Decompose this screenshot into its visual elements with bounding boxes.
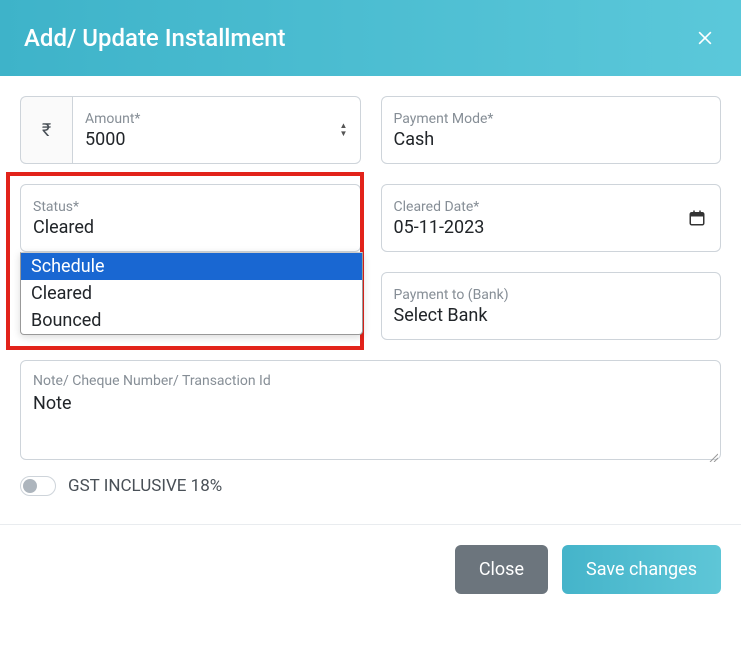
note-value: Note bbox=[33, 393, 708, 414]
status-label: Status* bbox=[33, 199, 348, 215]
status-field[interactable]: Status* Cleared bbox=[20, 184, 361, 252]
gst-toggle[interactable] bbox=[20, 476, 56, 496]
status-option-cleared[interactable]: Cleared bbox=[21, 280, 362, 307]
status-value: Cleared bbox=[33, 217, 348, 238]
cleared-date-field[interactable]: Cleared Date* 05-11-2023 bbox=[381, 184, 722, 252]
gst-label: GST INCLUSIVE 18% bbox=[68, 476, 222, 496]
status-option-bounced[interactable]: Bounced bbox=[21, 307, 362, 334]
payment-to-value: Select Bank bbox=[394, 305, 709, 326]
note-label: Note/ Cheque Number/ Transaction Id bbox=[33, 373, 708, 389]
cleared-date-label: Cleared Date* bbox=[394, 199, 709, 215]
rupee-icon: ₹ bbox=[20, 96, 72, 164]
amount-label: Amount* bbox=[85, 111, 348, 127]
status-option-schedule[interactable]: Schedule bbox=[21, 253, 362, 280]
payment-mode-field[interactable]: Payment Mode* Cash bbox=[381, 96, 722, 164]
cleared-date-value: 05-11-2023 bbox=[394, 217, 709, 238]
amount-field-group: ₹ Amount* 5000 ▲ ▼ bbox=[20, 96, 361, 164]
spinner-down[interactable]: ▼ bbox=[338, 130, 350, 138]
payment-mode-label: Payment Mode* bbox=[394, 111, 709, 127]
payment-mode-value: Cash bbox=[394, 129, 709, 150]
payment-to-field[interactable]: Payment to (Bank) Select Bank bbox=[381, 272, 722, 340]
toggle-knob bbox=[23, 479, 37, 493]
gst-toggle-row: GST INCLUSIVE 18% bbox=[20, 476, 721, 496]
calendar-icon[interactable] bbox=[688, 209, 706, 227]
status-dropdown: Schedule Cleared Bounced bbox=[20, 252, 363, 335]
amount-value: 5000 bbox=[85, 129, 348, 150]
modal-footer: Close Save changes bbox=[0, 524, 741, 614]
modal-body: ₹ Amount* 5000 ▲ ▼ Payment Mode* Cash St… bbox=[0, 76, 741, 516]
modal-header: Add/ Update Installment bbox=[0, 0, 741, 76]
modal-title: Add/ Update Installment bbox=[24, 24, 286, 52]
save-changes-button[interactable]: Save changes bbox=[562, 545, 721, 594]
resize-handle-icon[interactable] bbox=[708, 447, 718, 457]
payment-to-label: Payment to (Bank) bbox=[394, 287, 709, 303]
amount-spinner: ▲ ▼ bbox=[338, 122, 350, 138]
amount-field[interactable]: Amount* 5000 ▲ ▼ bbox=[72, 96, 361, 164]
close-icon[interactable] bbox=[693, 26, 717, 50]
close-button[interactable]: Close bbox=[455, 545, 548, 594]
note-field[interactable]: Note/ Cheque Number/ Transaction Id Note bbox=[20, 360, 721, 460]
